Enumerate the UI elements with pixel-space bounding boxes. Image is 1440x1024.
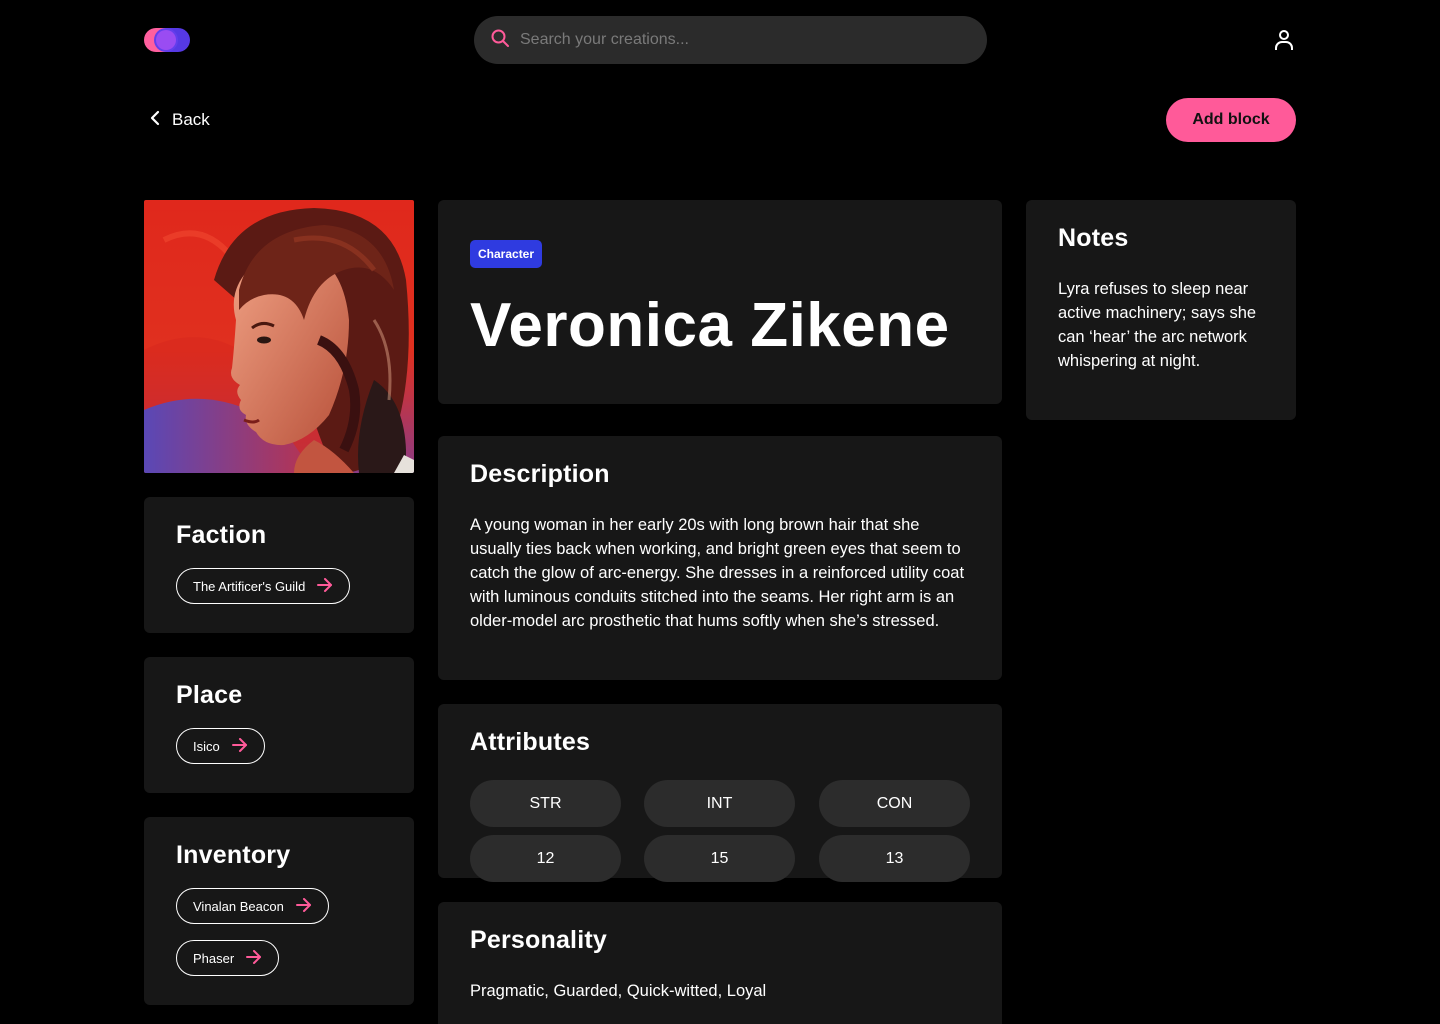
place-link[interactable]: Isico [176,728,265,764]
faction-link-label: The Artificer's Guild [193,578,306,594]
faction-link[interactable]: The Artificer's Guild [176,568,351,604]
inventory-item-label: Vinalan Beacon [193,898,284,914]
arrow-right-icon [317,577,333,595]
attribute-value[interactable]: 12 [470,835,621,882]
arrow-right-icon [231,737,248,755]
attributes-card: Attributes STR INT CON 12 15 13 [438,704,1002,882]
notes-text: Lyra refuses to sleep near active machin… [1058,280,1257,370]
personality-text: Pragmatic, Guarded, Quick-witted, Loyal [470,982,767,1000]
description-card: Description A young woman in her early 2… [438,436,1002,680]
arrow-right-icon [295,897,312,915]
search-icon [490,28,510,53]
inventory-item-label: Phaser [193,950,235,966]
search-input[interactable] [520,31,960,49]
type-badge: Character [470,240,543,268]
personality-title: Personality [470,926,607,954]
inventory-title: Inventory [176,841,291,869]
personality-card: Personality Pragmatic, Guarded, Quick-wi… [438,902,1002,1024]
chevron-left-icon [148,110,162,131]
character-name: Veronica Zikene [470,291,950,360]
attribute-label: INT [644,780,795,827]
inventory-item[interactable]: Vinalan Beacon [176,888,329,924]
app-logo[interactable] [144,28,190,52]
faction-card: Faction The Artificer's Guild [144,497,414,633]
inventory-card: Inventory Vinalan Beacon Phaser [144,817,414,1005]
back-label: Back [172,110,210,129]
description-title: Description [470,460,610,488]
attribute-value[interactable]: 15 [644,835,795,882]
back-button[interactable]: Back [148,108,210,132]
user-icon[interactable] [1272,28,1296,52]
notes-card: Notes Lyra refuses to sleep near active … [1026,200,1296,420]
attribute-label: STR [470,780,621,827]
description-text: A young woman in her early 20s with long… [470,516,965,630]
notes-title: Notes [1058,224,1129,252]
arrow-right-icon [246,949,262,967]
place-title: Place [176,681,243,709]
place-link-label: Isico [193,738,220,754]
search-bar[interactable] [474,16,987,64]
attribute-label: CON [819,780,970,827]
add-block-button[interactable]: Add block [1166,98,1296,142]
character-header-card: Character Veronica Zikene [438,200,1002,404]
attributes-title: Attributes [470,728,591,756]
character-portrait [144,200,414,473]
place-card: Place Isico [144,657,414,793]
inventory-item[interactable]: Phaser [176,940,280,976]
attribute-value[interactable]: 13 [819,835,970,882]
faction-title: Faction [176,521,267,549]
